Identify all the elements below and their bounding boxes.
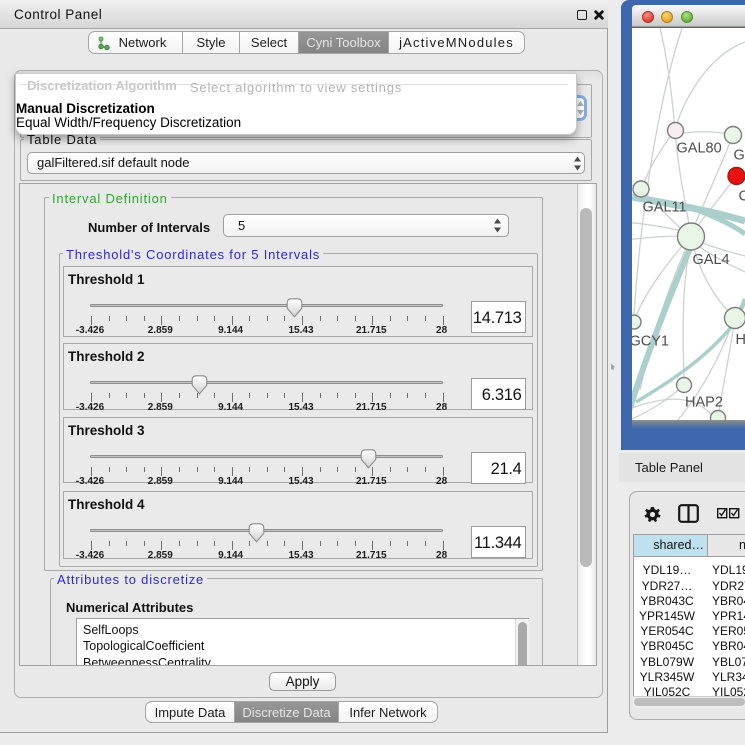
svg-text:GAL11: GAL11	[643, 200, 687, 216]
svg-text:HAP2: HAP2	[685, 395, 723, 411]
svg-text:HI: HI	[736, 332, 745, 348]
svg-text:GAL4: GAL4	[693, 252, 730, 268]
svg-text:GAL80: GAL80	[677, 141, 722, 157]
svg-text:GCY1: GCY1	[632, 334, 669, 350]
svg-text:CA: CA	[739, 189, 745, 205]
svg-text:GA: GA	[734, 148, 745, 164]
